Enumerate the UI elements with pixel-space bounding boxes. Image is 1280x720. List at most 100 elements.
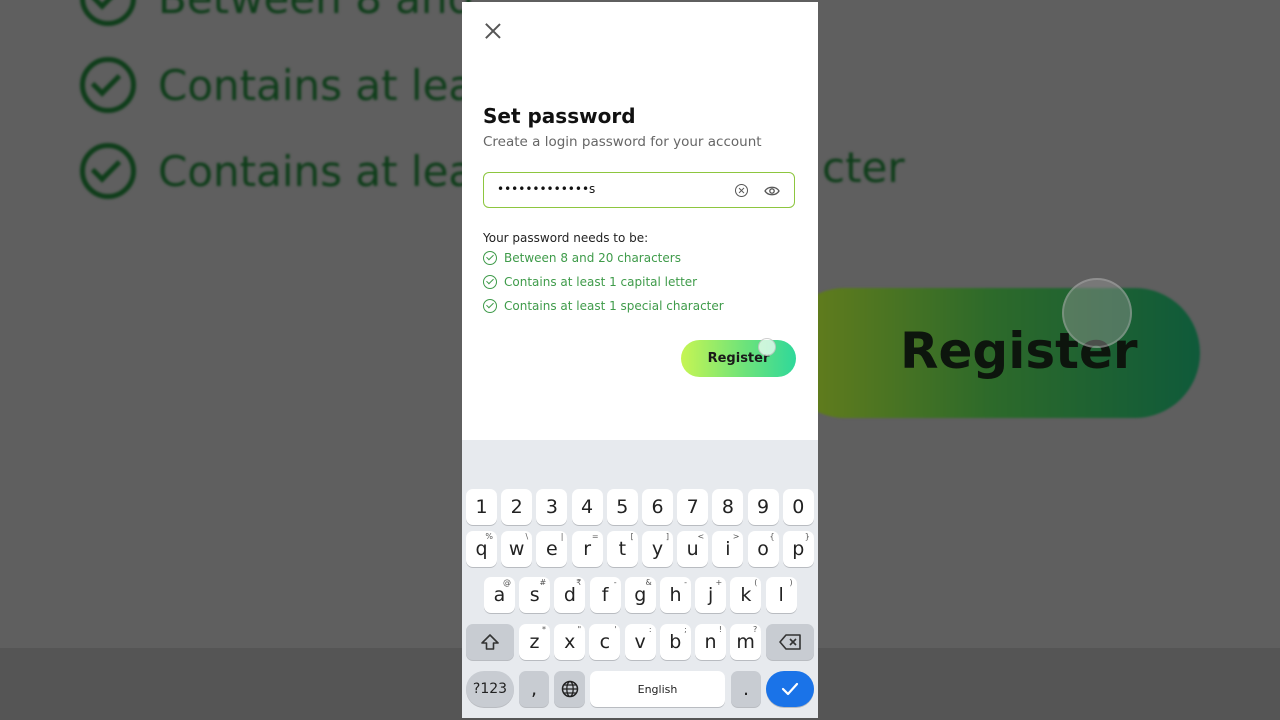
key-g[interactable]: g &: [624, 577, 656, 613]
key-label: y: [651, 538, 664, 560]
key-r[interactable]: r =: [571, 531, 603, 567]
key-label: 6: [651, 496, 664, 518]
key-label: n: [704, 631, 717, 653]
symbols-key[interactable]: ?123: [466, 671, 514, 707]
backspace-key[interactable]: [766, 624, 814, 660]
register-button[interactable]: Register: [681, 340, 796, 377]
key-d[interactable]: d ₹: [554, 577, 586, 613]
key-i[interactable]: i >: [712, 531, 744, 567]
key-label: 1: [475, 496, 488, 518]
key-secondary-label: ₹: [576, 578, 582, 587]
key-7[interactable]: 7: [677, 489, 709, 525]
key-t[interactable]: t[: [606, 531, 638, 567]
key-label: 9: [757, 496, 770, 518]
requirement-item: Between 8 and 20 characters: [483, 251, 681, 265]
key-label: 7: [686, 496, 699, 518]
shift-key[interactable]: [466, 624, 514, 660]
key-z[interactable]: z *: [519, 624, 550, 660]
key-secondary-label: <: [697, 532, 705, 541]
bg-touch-indicator: [1062, 278, 1132, 348]
key-label: g: [634, 584, 647, 606]
key-label: q: [475, 538, 488, 560]
key-5[interactable]: 5: [606, 489, 638, 525]
bg-text-fragment: cter: [822, 143, 905, 192]
bg-requirement-text: Contains at leas: [158, 146, 497, 196]
period-key[interactable]: .: [731, 671, 761, 707]
key-secondary-label: {: [769, 532, 775, 541]
key-label: m: [736, 631, 755, 653]
key-s[interactable]: s #: [519, 577, 551, 613]
key-secondary-label: %: [485, 532, 493, 541]
key-secondary-label: @: [503, 578, 511, 587]
key-label: a: [493, 584, 506, 606]
key-b[interactable]: b;: [659, 624, 691, 660]
shift-icon: [481, 634, 499, 650]
key-secondary-label: *: [542, 625, 546, 634]
key-4[interactable]: 4: [571, 489, 603, 525]
key-a[interactable]: a @: [484, 577, 515, 613]
touch-indicator: [758, 338, 776, 356]
key-secondary-label: |: [560, 532, 564, 541]
key-8[interactable]: 8: [712, 489, 744, 525]
check-icon: [80, 143, 136, 199]
globe-icon: [561, 680, 578, 698]
check-icon: [80, 57, 136, 113]
key-0[interactable]: 0: [782, 489, 814, 525]
requirement-item: Contains at least 1 capital letter: [483, 275, 697, 289]
key-w[interactable]: w \: [501, 531, 533, 567]
bg-requirement-row: Contains at leas: [80, 57, 496, 113]
key-j[interactable]: j +: [695, 577, 727, 613]
requirements-title: Your password needs to be:: [483, 231, 649, 245]
key-h[interactable]: h-: [660, 577, 691, 613]
done-key[interactable]: [766, 671, 814, 707]
key-f[interactable]: f-: [589, 577, 621, 613]
key-label: e: [546, 538, 558, 560]
eye-icon[interactable]: [764, 184, 780, 198]
close-icon[interactable]: [482, 20, 504, 42]
key-u[interactable]: u <: [677, 531, 709, 567]
key-q[interactable]: q%: [466, 531, 497, 567]
key-label: b: [669, 631, 682, 653]
key-secondary-label: ;: [684, 625, 687, 634]
key-label: p: [792, 538, 805, 560]
space-key[interactable]: English: [590, 671, 725, 707]
key-label: k: [740, 584, 752, 606]
key-secondary-label: #: [539, 578, 547, 587]
key-label: j: [708, 584, 714, 606]
key-v[interactable]: v:: [624, 624, 656, 660]
key-x[interactable]: x ": [554, 624, 586, 660]
key-y[interactable]: y]: [642, 531, 673, 567]
key-label: 0: [792, 496, 805, 518]
key-label: 3: [545, 496, 558, 518]
key-m[interactable]: m?: [730, 624, 762, 660]
clear-icon[interactable]: [735, 184, 748, 197]
key-label: u: [686, 538, 699, 560]
key-label: f: [601, 584, 609, 606]
password-field[interactable]: •••••••••••••s: [483, 172, 795, 208]
key-2[interactable]: 2: [501, 489, 533, 525]
key-secondary-label: -: [613, 578, 617, 587]
key-9[interactable]: 9: [747, 489, 779, 525]
requirement-item: Contains at least 1 special character: [483, 299, 724, 313]
key-6[interactable]: 6: [642, 489, 673, 525]
comma-key[interactable]: ,: [519, 671, 549, 707]
key-o[interactable]: o{: [747, 531, 779, 567]
key-c[interactable]: c ': [589, 624, 621, 660]
key-1[interactable]: 1: [466, 489, 497, 525]
password-value: •••••••••••••s: [497, 182, 596, 196]
key-label: i: [725, 538, 731, 560]
key-e[interactable]: e |: [536, 531, 568, 567]
key-label: 2: [510, 496, 523, 518]
key-n[interactable]: n!: [695, 624, 726, 660]
key-l[interactable]: l): [765, 577, 797, 613]
check-circle-icon: [483, 251, 497, 265]
key-label: 5: [616, 496, 629, 518]
language-key[interactable]: [554, 671, 585, 707]
key-label: x: [564, 631, 576, 653]
key-k[interactable]: k(: [730, 577, 762, 613]
key-p[interactable]: p}: [782, 531, 814, 567]
key-secondary-label: ?: [752, 625, 758, 634]
key-label: o: [757, 538, 769, 560]
key-3[interactable]: 3: [536, 489, 568, 525]
key-label: r: [583, 538, 591, 560]
